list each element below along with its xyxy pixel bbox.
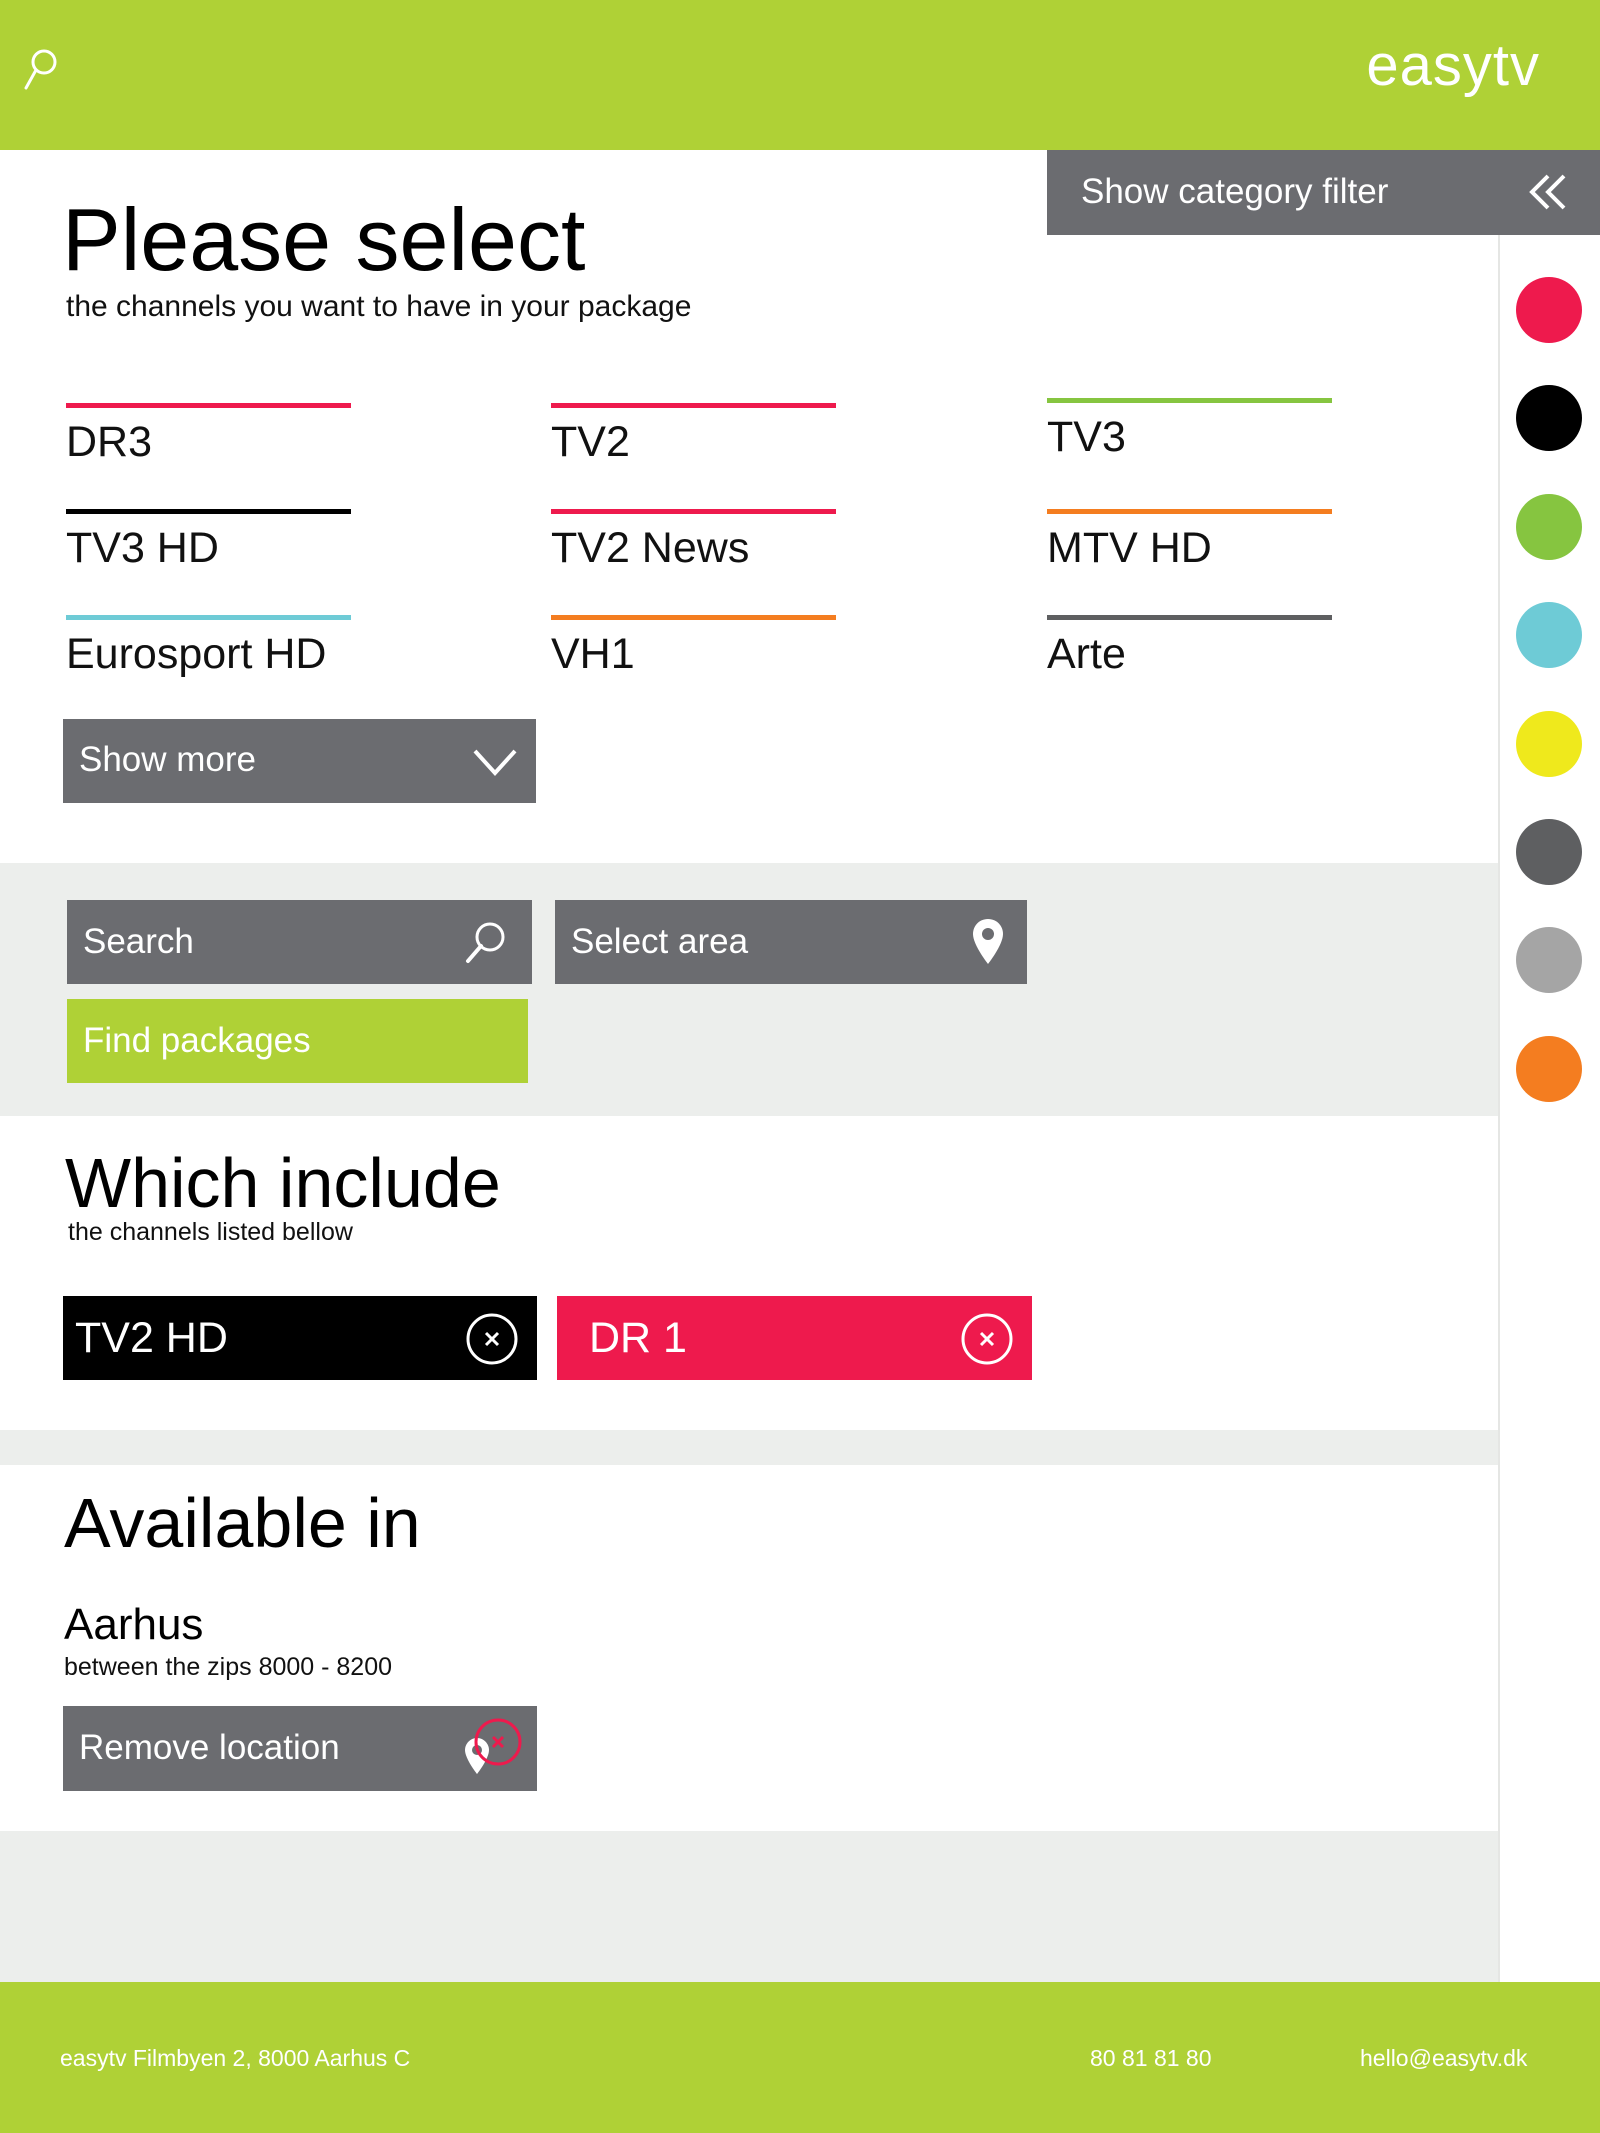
channel-name: TV3: [1047, 413, 1126, 461]
find-packages-label: Find packages: [83, 1021, 311, 1060]
select-area-dropdown[interactable]: Select area: [555, 900, 1027, 984]
channel-color-line: [551, 509, 836, 514]
category-dot-green[interactable]: [1516, 494, 1582, 560]
channel-color-line: [66, 403, 351, 408]
footer: easytv Filmbyen 2, 8000 Aarhus C 80 81 8…: [0, 1982, 1600, 2133]
footer-address: easytv Filmbyen 2, 8000 Aarhus C: [60, 2045, 411, 2071]
channel-color-line: [66, 615, 351, 620]
bottom-spacer: [0, 1831, 1498, 1982]
show-more-button[interactable]: Show more: [63, 719, 536, 803]
double-chevron-left-icon: [1528, 172, 1570, 212]
chevron-down-icon: [473, 749, 517, 776]
footer-phone[interactable]: 80 81 81 80: [1090, 2045, 1212, 2072]
channel-item[interactable]: Eurosport HD: [66, 615, 351, 679]
close-circle-icon[interactable]: [465, 1312, 519, 1366]
remove-location-label: Remove location: [79, 1728, 340, 1767]
location-city: Aarhus: [64, 1600, 204, 1649]
channel-name: Eurosport HD: [66, 630, 327, 678]
section-divider: [0, 1430, 1498, 1465]
category-dot-dark-gray[interactable]: [1516, 819, 1582, 885]
channel-color-line: [551, 615, 836, 620]
location-pin-icon: [973, 919, 1003, 964]
category-dot-orange[interactable]: [1516, 1036, 1582, 1102]
select-area-label: Select area: [571, 922, 749, 961]
channel-item[interactable]: TV3: [1047, 398, 1332, 462]
category-dot-light-gray[interactable]: [1516, 927, 1582, 993]
channel-name: MTV HD: [1047, 524, 1212, 572]
channel-name: TV2 News: [551, 524, 750, 572]
channel-color-line: [1047, 398, 1332, 403]
channel-color-line: [1047, 509, 1332, 514]
top-bar: easytv: [0, 0, 1600, 150]
channel-color-line: [66, 509, 351, 514]
category-dot-cyan[interactable]: [1516, 602, 1582, 668]
channel-name: DR3: [66, 418, 153, 466]
selected-channel-tag: TV2 HD: [63, 1296, 537, 1380]
channel-color-line: [1047, 615, 1332, 620]
include-heading: Which include: [65, 1144, 501, 1222]
remove-location-icon: [465, 1718, 522, 1774]
channel-color-line: [551, 403, 836, 408]
search-placeholder: Search: [83, 922, 194, 961]
category-color-rail: [1498, 235, 1600, 1982]
tag-label: TV2 HD: [75, 1314, 228, 1362]
show-category-filter-button[interactable]: Show category filter: [1047, 150, 1600, 235]
channel-name: VH1: [551, 630, 635, 678]
search-icon[interactable]: [22, 44, 62, 94]
close-circle-icon[interactable]: [960, 1312, 1014, 1366]
remove-location-button[interactable]: Remove location: [63, 1706, 537, 1791]
channel-item[interactable]: VH1: [551, 615, 836, 679]
include-subtitle: the channels listed bellow: [68, 1218, 353, 1246]
find-packages-button[interactable]: Find packages: [67, 999, 528, 1083]
search-icon[interactable]: [462, 918, 510, 966]
channel-name: Arte: [1047, 630, 1126, 678]
channel-item[interactable]: TV3 HD: [66, 509, 351, 573]
channel-item[interactable]: DR3: [66, 403, 351, 467]
location-zips: between the zips 8000 - 8200: [64, 1653, 393, 1681]
channel-item[interactable]: Arte: [1047, 615, 1332, 679]
page-title: Please select: [62, 190, 586, 289]
show-more-label: Show more: [79, 740, 257, 779]
category-dot-black[interactable]: [1516, 385, 1582, 451]
channel-item[interactable]: MTV HD: [1047, 509, 1332, 573]
channel-item[interactable]: TV2 News: [551, 509, 836, 573]
category-filter-label: Show category filter: [1081, 172, 1389, 211]
category-dot-red[interactable]: [1516, 277, 1582, 343]
category-dot-yellow[interactable]: [1516, 711, 1582, 777]
channel-name: TV3 HD: [66, 524, 219, 572]
search-input[interactable]: Search: [67, 900, 532, 984]
selected-channel-tag: DR 1: [557, 1296, 1032, 1380]
channel-name: TV2: [551, 418, 630, 466]
tag-label: DR 1: [589, 1314, 687, 1362]
channel-item[interactable]: TV2: [551, 403, 836, 467]
brand-logo[interactable]: easytv: [1366, 32, 1540, 99]
available-heading: Available in: [64, 1484, 421, 1562]
footer-email[interactable]: hello@easytv.dk: [1360, 2045, 1527, 2072]
page-subtitle: the channels you want to have in your pa…: [66, 290, 692, 323]
